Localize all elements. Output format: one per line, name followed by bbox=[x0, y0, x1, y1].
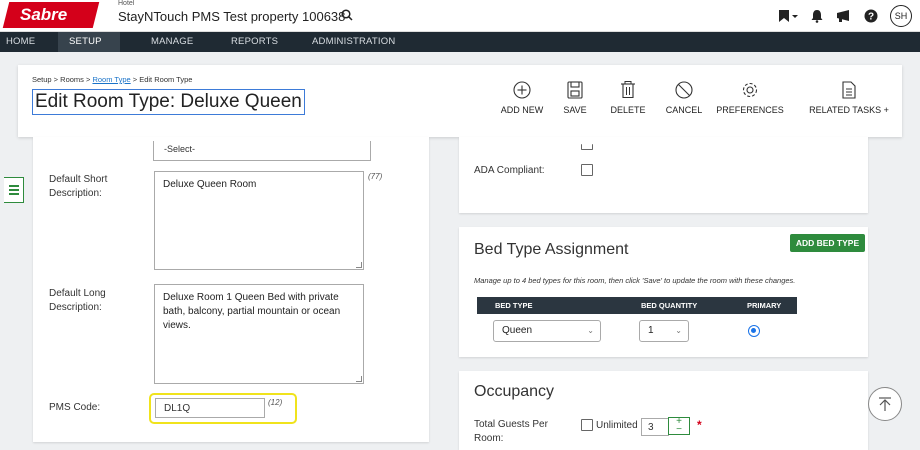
unlimited-label: Unlimited bbox=[596, 420, 638, 431]
bed-quantity-select[interactable]: 1 ⌄ bbox=[639, 320, 689, 342]
category-select[interactable]: -Select- bbox=[153, 141, 371, 161]
nav-manage[interactable]: MANAGE bbox=[151, 32, 211, 52]
add-circle-icon bbox=[513, 81, 531, 99]
document-icon bbox=[842, 81, 856, 99]
trash-icon bbox=[621, 81, 635, 99]
sabre-logo[interactable]: Sabre bbox=[2, 2, 100, 28]
add-new-button[interactable]: ADD NEW bbox=[500, 81, 544, 115]
ada-compliant-checkbox[interactable] bbox=[581, 164, 593, 176]
nav-reports[interactable]: REPORTS bbox=[231, 32, 291, 52]
short-description-textarea[interactable]: Deluxe Queen Room bbox=[154, 171, 364, 270]
total-guests-input[interactable]: 3 bbox=[641, 418, 669, 436]
pms-code-input[interactable]: DL1Q bbox=[155, 398, 265, 418]
chevron-down-icon: ⌄ bbox=[587, 326, 594, 335]
menu-icon bbox=[8, 185, 19, 195]
long-description-textarea[interactable]: Deluxe Room 1 Queen Bed with private bat… bbox=[154, 284, 364, 384]
pms-code-label: PMS Code: bbox=[49, 402, 101, 413]
nav-setup[interactable]: SETUP bbox=[58, 32, 120, 52]
hotel-label: Hotel bbox=[118, 0, 135, 7]
arrow-up-icon bbox=[879, 397, 891, 411]
bed-table-header: BED TYPE BED QUANTITY PRIMARY bbox=[477, 297, 797, 314]
side-menu-toggle[interactable] bbox=[4, 177, 24, 203]
short-description-char-count: (77) bbox=[368, 172, 383, 181]
cancel-button[interactable]: CANCEL bbox=[658, 81, 710, 115]
checkbox-above[interactable] bbox=[581, 144, 593, 150]
notification-icon[interactable] bbox=[810, 9, 824, 23]
top-bar: Sabre Hotel StayNTouch PMS Test property… bbox=[0, 0, 920, 32]
scroll-to-top-button[interactable] bbox=[868, 387, 902, 421]
help-icon[interactable]: ? bbox=[864, 9, 878, 23]
user-avatar[interactable]: SH bbox=[890, 5, 912, 27]
bed-type-hint: Manage up to 4 bed types for this room, … bbox=[474, 276, 796, 285]
required-indicator: * bbox=[697, 418, 702, 432]
cancel-icon bbox=[675, 81, 693, 99]
column-bed-quantity: BED QUANTITY bbox=[641, 301, 698, 310]
page-header-card: Setup > Rooms > Room Type > Edit Room Ty… bbox=[18, 65, 902, 137]
bed-type-select[interactable]: Queen ⌄ bbox=[493, 320, 601, 342]
add-bed-type-button[interactable]: ADD BED TYPE bbox=[790, 234, 865, 252]
occupancy-title: Occupancy bbox=[474, 383, 555, 400]
chevron-down-icon: ⌄ bbox=[675, 326, 682, 335]
unlimited-checkbox[interactable] bbox=[581, 419, 593, 431]
bed-type-title: Bed Type Assignment bbox=[474, 241, 629, 258]
save-icon bbox=[567, 81, 583, 99]
primary-bed-radio[interactable] bbox=[748, 325, 760, 337]
gear-icon bbox=[742, 82, 758, 98]
broadcast-icon[interactable] bbox=[836, 9, 852, 23]
property-name[interactable]: StayNTouch PMS Test property 100638 bbox=[118, 9, 345, 24]
guests-stepper[interactable]: + − bbox=[668, 417, 690, 435]
main-nav: HOME SETUP MANAGE REPORTS ADMINISTRATION bbox=[0, 32, 920, 52]
related-tasks-button[interactable]: RELATED TASKS + bbox=[802, 81, 896, 115]
delete-button[interactable]: DELETE bbox=[608, 81, 648, 115]
preferences-button[interactable]: PREFERENCES bbox=[712, 81, 788, 115]
bookmark-menu-icon[interactable] bbox=[778, 9, 798, 23]
short-description-label: Default Short Description: bbox=[49, 174, 108, 199]
total-guests-label: Total Guests Per Room: bbox=[474, 419, 548, 444]
column-bed-type: BED TYPE bbox=[495, 301, 533, 310]
pms-code-char-count: (12) bbox=[268, 398, 283, 407]
column-primary: PRIMARY bbox=[747, 301, 782, 310]
nav-administration[interactable]: ADMINISTRATION bbox=[312, 32, 402, 52]
ada-compliant-label: ADA Compliant: bbox=[474, 165, 545, 176]
long-description-label: Default Long Description: bbox=[49, 288, 106, 313]
nav-home[interactable]: HOME bbox=[6, 32, 42, 52]
svg-text:?: ? bbox=[868, 12, 874, 23]
save-button[interactable]: SAVE bbox=[561, 81, 589, 115]
search-icon[interactable] bbox=[341, 9, 353, 24]
